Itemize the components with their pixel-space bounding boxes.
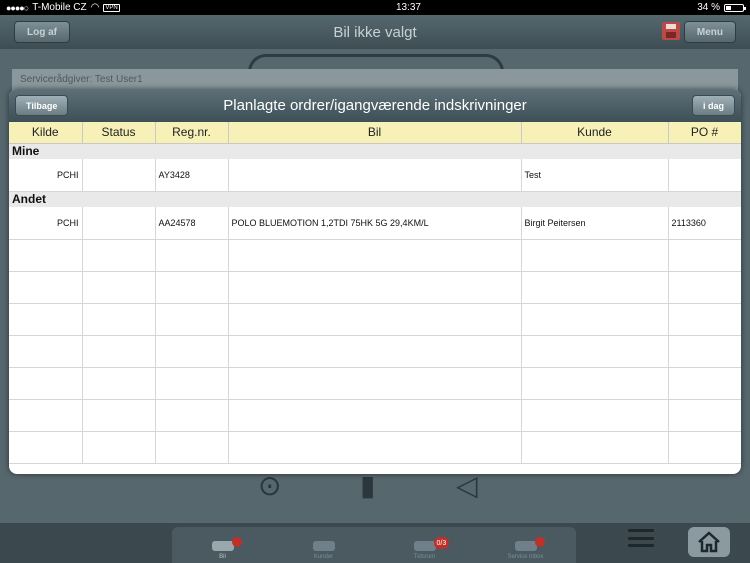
column-header-kunde[interactable]: Kunde: [521, 122, 669, 144]
cell-kilde: PCHI: [9, 159, 83, 192]
tab-kunder[interactable]: Kunder: [289, 541, 359, 560]
app-header: Log af Bil ikke valgt Menu: [0, 15, 750, 49]
group-header-mine: Mine: [9, 143, 741, 159]
cell-kunde: Birgit Peitersen: [521, 207, 669, 240]
modal-title: Planlagte ordrer/igangværende indskrivni…: [223, 97, 527, 114]
empty-row: [9, 367, 741, 400]
menu-button[interactable]: Menu: [683, 21, 736, 43]
table-row[interactable]: PCHI AA24578 POLO BLUEMOTION 1,2TDI 75HK…: [9, 207, 741, 240]
vpn-badge: VPN: [103, 3, 120, 12]
tab-bar: Bil Kunder 0/3 Tidsrum Service inbox: [172, 527, 576, 563]
bottom-bar: Bil Kunder 0/3 Tidsrum Service inbox: [0, 523, 750, 563]
cell-status: [82, 207, 156, 240]
carrier-name: T-Mobile CZ: [32, 2, 87, 13]
battery-percent: 34 %: [697, 2, 720, 13]
empty-row: [9, 271, 741, 304]
car-icon: [211, 541, 234, 551]
tab-badge: [231, 537, 242, 547]
empty-row: [9, 431, 741, 464]
empty-row: [9, 399, 741, 432]
tab-label: Kunder: [313, 554, 334, 560]
cell-po: 2113360: [668, 207, 741, 240]
cell-bil: POLO BLUEMOTION 1,2TDI 75HK 5G 29,4KM/L: [228, 207, 522, 240]
inbox-icon: [514, 541, 537, 551]
home-button[interactable]: [688, 527, 730, 557]
cell-po: [668, 159, 741, 192]
tab-service-inbox[interactable]: Service inbox: [491, 537, 561, 560]
battery-icon: [723, 3, 746, 12]
tab-badge: 0/3: [433, 537, 450, 549]
wifi-icon: ◠: [90, 2, 100, 13]
cell-bil: [228, 159, 522, 192]
empty-row: [9, 335, 741, 368]
cell-regnr: AA24578: [155, 207, 229, 240]
column-header-po[interactable]: PO #: [668, 122, 741, 144]
tab-label: Tidsrum: [413, 554, 436, 560]
orders-modal: Tilbage Planlagte ordrer/igangværende in…: [9, 89, 741, 474]
signal-strength-icon: ●●●●○: [6, 2, 29, 13]
group-label: Mine: [9, 143, 741, 159]
tab-bil[interactable]: Bil: [188, 537, 258, 560]
group-label: Andet: [9, 191, 741, 207]
tab-tidsrum[interactable]: 0/3 Tidsrum: [390, 537, 460, 560]
page-title: Bil ikke valgt: [333, 23, 417, 41]
tab-label: Bil: [219, 554, 226, 560]
clock: 13:37: [395, 2, 421, 13]
column-header-regnr[interactable]: Reg.nr.: [155, 122, 229, 144]
back-button[interactable]: Tilbage: [15, 95, 69, 116]
cell-regnr: AY3428: [155, 159, 229, 192]
empty-row: [9, 239, 741, 272]
logout-button[interactable]: Log af: [14, 21, 70, 43]
schedule-icon: [413, 541, 436, 551]
table-header-row: Kilde Status Reg.nr. Bil Kunde PO #: [9, 122, 741, 144]
cell-kilde: PCHI: [9, 207, 83, 240]
save-icon[interactable]: [662, 22, 680, 40]
status-bar: ●●●●○ T-Mobile CZ ◠ VPN 13:37 34 %: [0, 0, 750, 15]
table-row[interactable]: PCHI AY3428 Test: [9, 159, 741, 192]
orders-table: Kilde Status Reg.nr. Bil Kunde PO # Mine…: [9, 122, 741, 464]
today-button[interactable]: i dag: [691, 95, 735, 116]
modal-header: Tilbage Planlagte ordrer/igangværende in…: [9, 89, 741, 122]
empty-row: [9, 303, 741, 336]
column-header-status[interactable]: Status: [82, 122, 156, 144]
cell-kunde: Test: [521, 159, 669, 192]
tab-badge: [534, 537, 545, 547]
home-icon: [698, 531, 720, 553]
column-header-kilde[interactable]: Kilde: [9, 122, 83, 144]
cell-status: [82, 159, 156, 192]
column-header-bil[interactable]: Bil: [228, 122, 522, 144]
group-header-andet: Andet: [9, 191, 741, 207]
tab-label: Service inbox: [507, 554, 544, 560]
hamburger-menu-icon[interactable]: [628, 529, 654, 547]
customer-car-icon: [312, 541, 335, 551]
